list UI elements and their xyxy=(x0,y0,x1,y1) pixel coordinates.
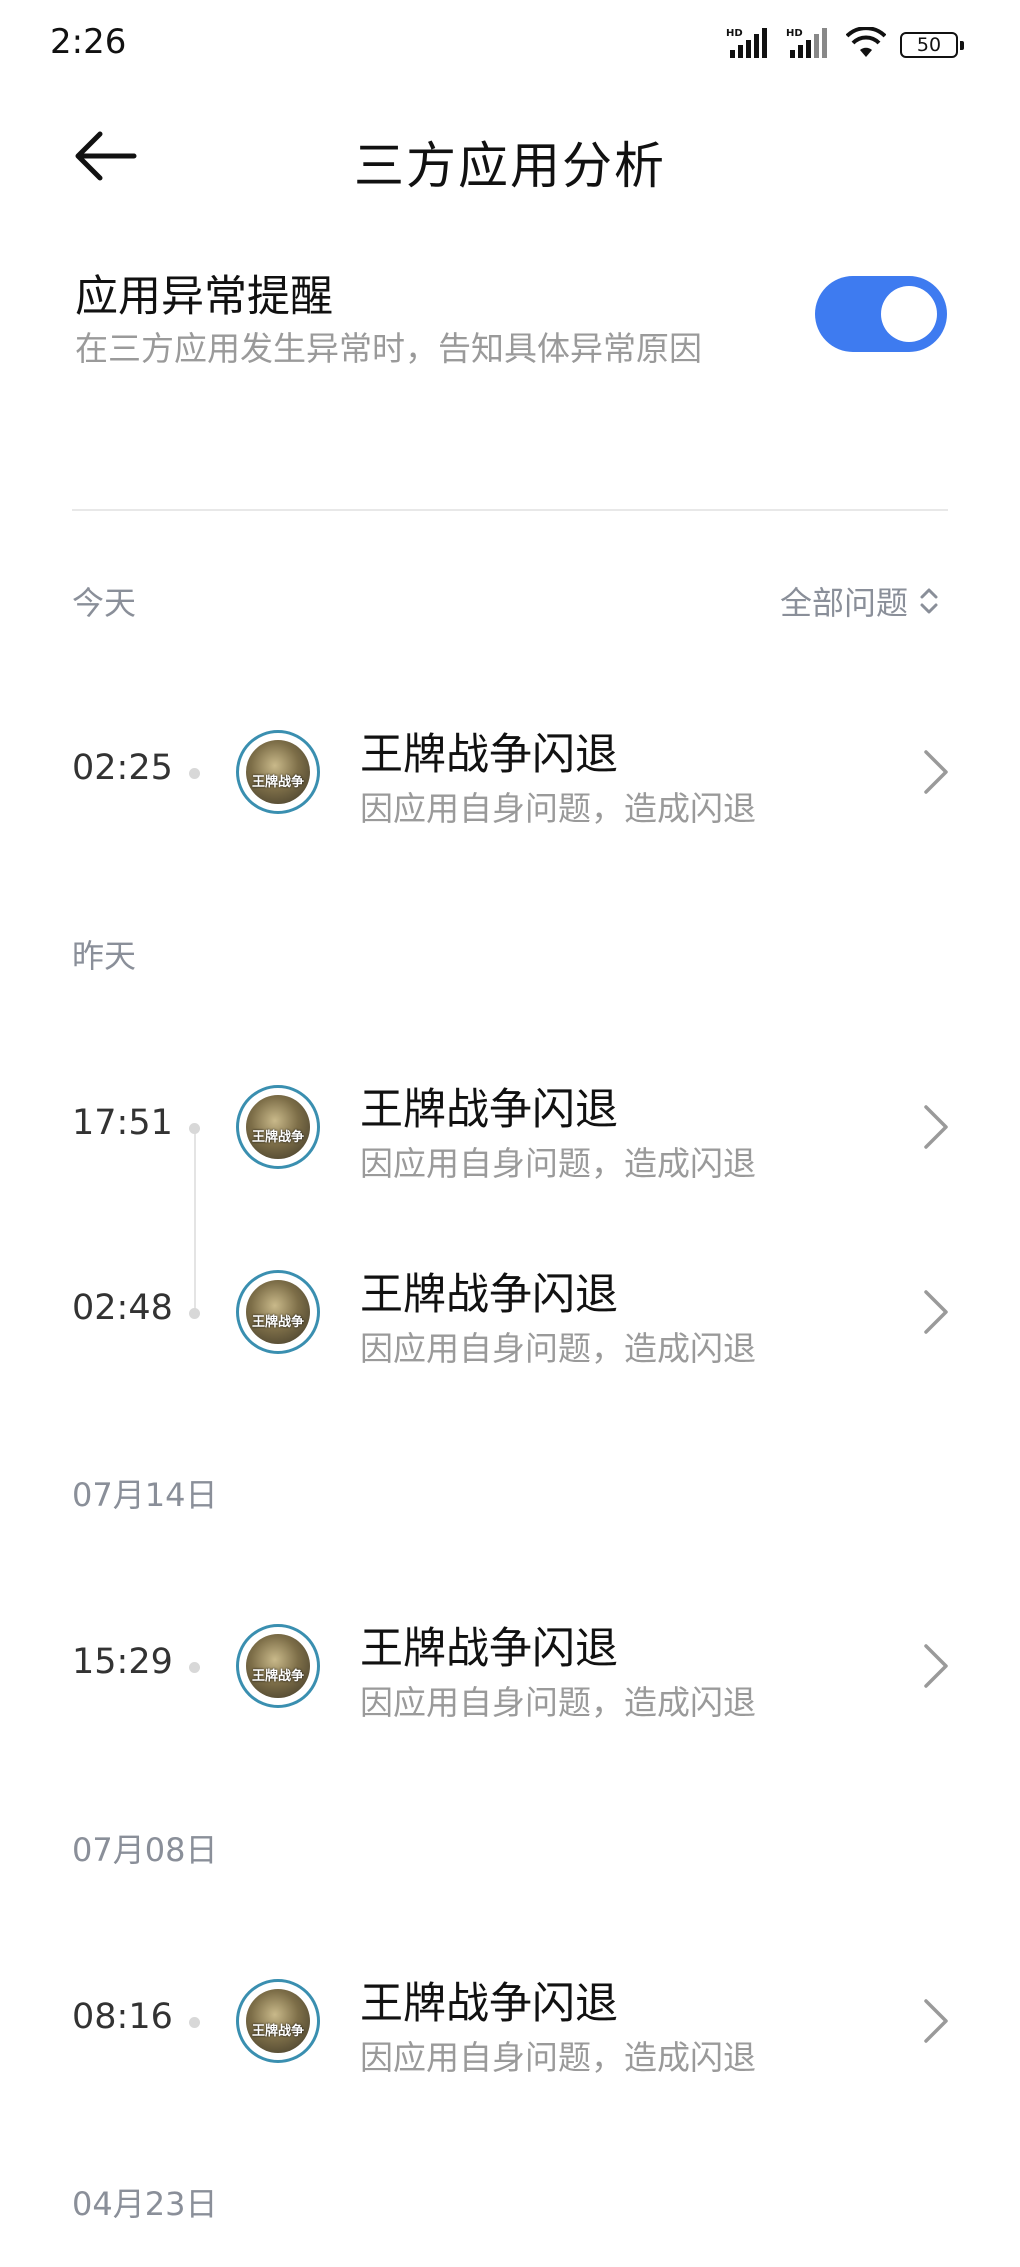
crash-record-row[interactable]: 02:48 王牌战争 王牌战争闪退 因应用自身问题，造成闪退 xyxy=(0,1242,1020,1382)
app-icon: 王牌战争 xyxy=(236,1979,320,2063)
app-icon: 王牌战争 xyxy=(236,1270,320,1354)
page-title: 三方应用分析 xyxy=(354,137,666,195)
record-title: 王牌战争闪退 xyxy=(360,1085,618,1135)
timeline-dot xyxy=(189,768,200,779)
signal-icon: HD xyxy=(726,26,772,64)
filter-label: 全部问题 xyxy=(779,584,908,622)
issue-filter-dropdown[interactable]: 全部问题 xyxy=(780,578,940,624)
record-subtitle: 因应用自身问题，造成闪退 xyxy=(360,1144,756,1183)
app-icon-text: 王牌战争 xyxy=(251,1130,304,1145)
record-time: 08:16 xyxy=(72,1997,173,2037)
record-subtitle: 因应用自身问题，造成闪退 xyxy=(360,1683,756,1722)
app-icon-text: 王牌战争 xyxy=(251,1669,304,1684)
record-title: 王牌战争闪退 xyxy=(360,1624,618,1674)
anomaly-alert-toggle[interactable] xyxy=(815,276,947,352)
record-subtitle: 因应用自身问题，造成闪退 xyxy=(360,2038,756,2077)
crash-record-row[interactable]: 02:25 王牌战争 王牌战争闪退 因应用自身问题，造成闪退 xyxy=(0,702,1020,842)
section-label-today: 今天 xyxy=(72,584,137,622)
status-time: 2:26 xyxy=(50,22,127,62)
signal1-label: HD xyxy=(726,28,743,39)
timeline-dot xyxy=(189,1123,200,1134)
app-icon-text: 王牌战争 xyxy=(251,775,304,790)
record-time: 17:51 xyxy=(72,1103,173,1143)
chevron-right-icon xyxy=(924,1105,948,1149)
section-label-yesterday: 昨天 xyxy=(72,937,137,975)
record-time: 02:48 xyxy=(72,1288,173,1328)
record-time: 15:29 xyxy=(72,1642,173,1682)
record-subtitle: 因应用自身问题，造成闪退 xyxy=(360,1329,756,1368)
chevron-right-icon xyxy=(924,750,948,794)
signal2-label: HD xyxy=(786,28,803,39)
app-icon-text: 王牌战争 xyxy=(251,1315,304,1330)
app-icon: 王牌战争 xyxy=(236,1085,320,1169)
app-icon: 王牌战争 xyxy=(236,1624,320,1708)
app-icon-text: 王牌战争 xyxy=(251,2024,304,2039)
timeline-dot xyxy=(189,1662,200,1673)
record-subtitle: 因应用自身问题，造成闪退 xyxy=(360,789,756,828)
record-title: 王牌战争闪退 xyxy=(360,1270,618,1320)
battery-icon: 50 xyxy=(900,32,964,58)
crash-record-row[interactable]: 15:29 王牌战争 王牌战争闪退 因应用自身问题，造成闪退 xyxy=(0,1596,1020,1736)
app-icon: 王牌战争 xyxy=(236,730,320,814)
status-icons: HD HD 50 xyxy=(726,26,964,64)
chevron-right-icon xyxy=(924,1999,948,2043)
crash-record-row[interactable]: 08:16 王牌战争 王牌战争闪退 因应用自身问题，造成闪退 xyxy=(0,1951,1020,2091)
divider xyxy=(72,509,948,511)
sort-updown-icon xyxy=(920,588,938,614)
timeline-dot xyxy=(189,1308,200,1319)
record-time: 02:25 xyxy=(72,748,173,788)
toggle-knob xyxy=(881,286,937,342)
timeline-dot xyxy=(189,2017,200,2028)
setting-title: 应用异常提醒 xyxy=(75,272,333,322)
setting-subtitle: 在三方应用发生异常时，告知具体异常原因 xyxy=(75,329,702,368)
signal-icon-2: HD xyxy=(786,26,832,64)
record-title: 王牌战争闪退 xyxy=(360,1979,618,2029)
chevron-right-icon xyxy=(924,1644,948,1688)
battery-level: 50 xyxy=(916,34,942,56)
record-title: 王牌战争闪退 xyxy=(360,730,618,780)
wifi-icon xyxy=(845,26,887,63)
chevron-right-icon xyxy=(924,1290,948,1334)
section-label-date: 07月08日 xyxy=(72,1831,218,1869)
section-label-date: 07月14日 xyxy=(72,1476,218,1514)
crash-record-row[interactable]: 17:51 王牌战争 王牌战争闪退 因应用自身问题，造成闪退 xyxy=(0,1057,1020,1197)
section-label-date: 04月23日 xyxy=(72,2185,218,2223)
